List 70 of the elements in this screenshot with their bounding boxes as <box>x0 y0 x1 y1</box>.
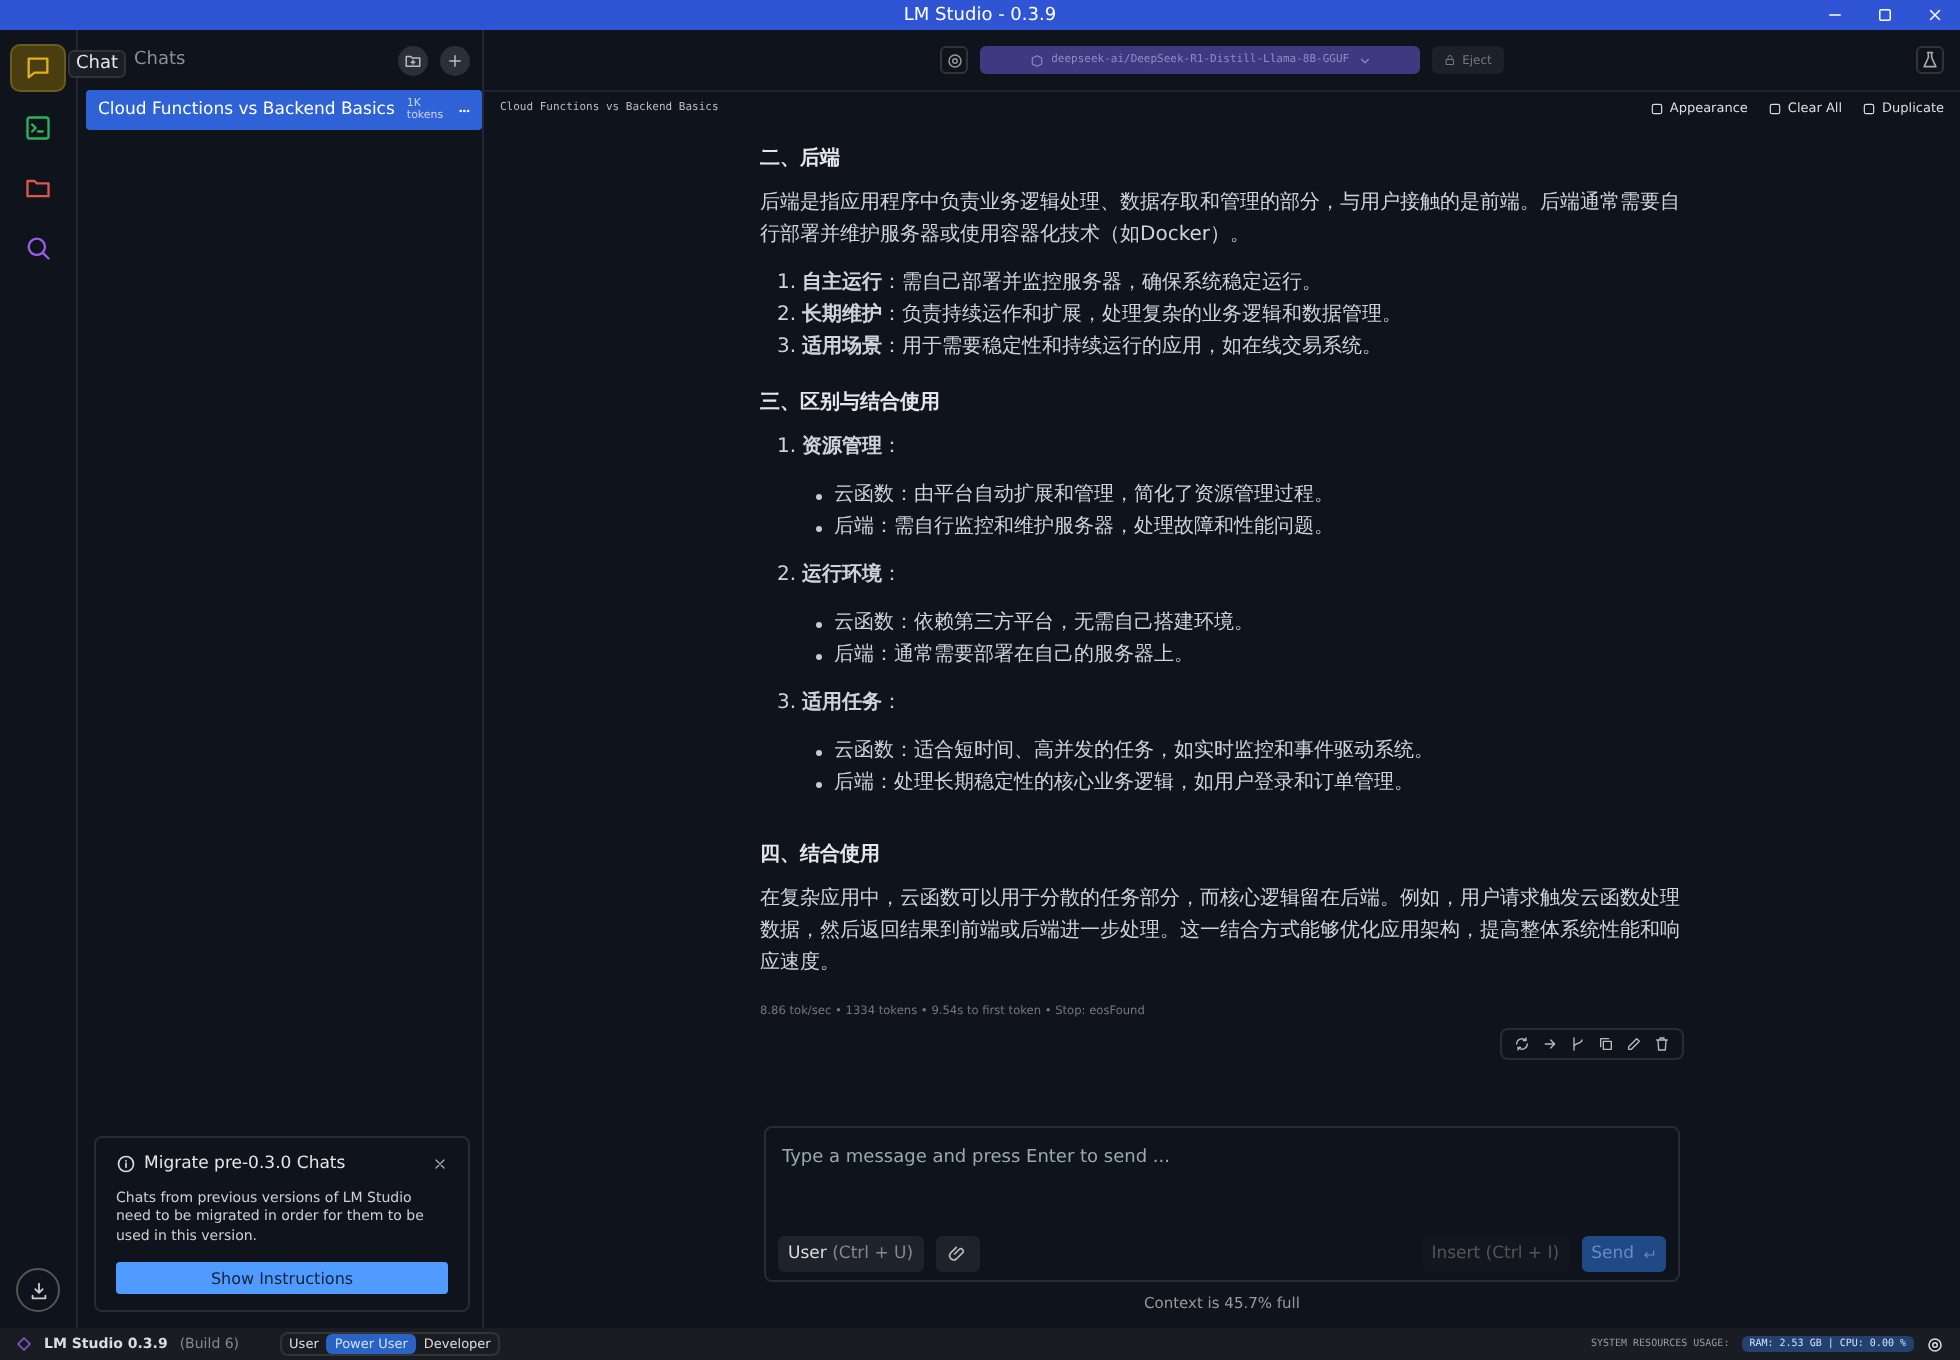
bullet-dot <box>816 494 822 500</box>
rail-button[interactable] <box>10 44 66 92</box>
section-heading: 三、区别与结合使用 <box>760 389 942 418</box>
chat-title: Cloud Functions vs Backend Basics <box>98 100 395 120</box>
list-item-text: 适用任务： <box>802 689 902 718</box>
chevron-icon <box>1357 53 1372 67</box>
bullet-text: 后端：需自行监控和维护服务器，处理故障和性能问题。 <box>834 513 1334 542</box>
role-button[interactable]: User (Ctrl + U) <box>778 1236 924 1272</box>
list-item-text: 运行环境： <box>802 560 902 590</box>
section-heading: 二、后端 <box>760 145 842 174</box>
bullet-dot <box>816 622 822 628</box>
list-number: 3. <box>776 690 796 718</box>
settings-icon <box>1926 1335 1944 1353</box>
paperclip-icon <box>947 1244 968 1264</box>
lock-icon <box>1444 54 1457 66</box>
sidebar-title: Chats <box>134 50 188 70</box>
copy-icon <box>1598 1036 1614 1052</box>
edit-icon <box>1626 1036 1642 1052</box>
bullet-text: 云函数：适合短时间、高并发的任务，如实时监控和事件驱动系统。 <box>834 737 1434 766</box>
bullet-dot <box>816 526 822 532</box>
search-icon <box>24 234 52 262</box>
enter-icon <box>1642 1247 1656 1261</box>
maximize-icon <box>1876 6 1894 24</box>
notice-title: Migrate pre-0.3.0 Chats <box>144 1153 348 1173</box>
section-heading: 四、结合使用 <box>760 841 882 870</box>
bullet-text: 后端：通常需要部署在自己的服务器上。 <box>834 641 1194 670</box>
list-number: 2. <box>776 302 796 330</box>
bullet-dot <box>816 750 822 756</box>
list-item-text: 长期维护：负责持续运作和扩展，处理复杂的业务逻辑和数据管理。 <box>802 300 1402 330</box>
flask-icon <box>1920 50 1940 70</box>
chat-icon <box>24 54 52 82</box>
trash-icon <box>1654 1036 1670 1052</box>
folder-icon <box>24 174 52 202</box>
attach-button[interactable] <box>935 1236 980 1272</box>
cube-icon <box>1029 53 1044 67</box>
list-number: 3. <box>776 334 796 362</box>
close-icon <box>432 1155 448 1171</box>
bullet-dot <box>816 782 822 788</box>
plus-icon <box>446 51 464 69</box>
regenerate-icon <box>1514 1036 1530 1052</box>
new-folder-button[interactable] <box>398 45 428 75</box>
folder-plus-icon <box>404 51 422 69</box>
terminal-icon <box>24 114 52 142</box>
list-number: 1. <box>776 270 796 298</box>
paragraph: 在复杂应用中，云函数可以用于分散的任务部分，而核心逻辑留在后端。例如，用户请求触发云函数处理数据，然后返回结果到前端或后端进一步处理。这一结合方式能够优化应用架构，提高整体系统性能和响应速度。 <box>760 885 1682 978</box>
bullet-text: 云函数：由平台自动扩展和管理，简化了资源管理过程。 <box>834 481 1334 510</box>
tooltip: Chat <box>68 50 127 78</box>
bullet-text: 云函数：依赖第三方平台，无需自己搭建环境。 <box>834 609 1254 638</box>
settings-icon <box>945 51 964 69</box>
list-number: 2. <box>776 562 796 590</box>
paragraph: 后端是指应用程序中负责业务逻辑处理、数据存取和管理的部分，与用户接触的是前端。后端通常需要自行部署并维护服务器或使用容器化技术（如Docker）。 <box>760 189 1682 250</box>
new-chat-button[interactable] <box>440 45 470 75</box>
window-title: LM Studio - 0.3.9 <box>903 5 1057 25</box>
list-item-text: 自主运行：需自己部署并监控服务器，确保系统稳定运行。 <box>802 268 1322 298</box>
branch-icon <box>1570 1036 1586 1052</box>
list-number: 1. <box>776 434 796 462</box>
message-input[interactable]: Type a message and press Enter to send ... <box>778 1140 1666 1176</box>
flask-button[interactable] <box>1916 46 1944 74</box>
show-instructions-button[interactable]: Show Instructions <box>116 1262 448 1294</box>
arrow-right-icon <box>1542 1036 1558 1052</box>
download-icon <box>27 1279 49 1301</box>
bullet-dot <box>816 654 822 660</box>
list-item-text: 适用场景：用于需要稳定性和持续运行的应用，如在线交易系统。 <box>802 333 1382 362</box>
app-logo-icon <box>16 1336 32 1352</box>
settings-button[interactable] <box>940 46 969 74</box>
bullet-text: 后端：处理长期稳定性的核心业务逻辑，如用户登录和订单管理。 <box>834 769 1414 798</box>
list-item-text: 资源管理： <box>802 433 902 462</box>
info-icon <box>116 1153 136 1173</box>
close-icon <box>1926 6 1944 24</box>
download-button[interactable] <box>16 1268 60 1312</box>
